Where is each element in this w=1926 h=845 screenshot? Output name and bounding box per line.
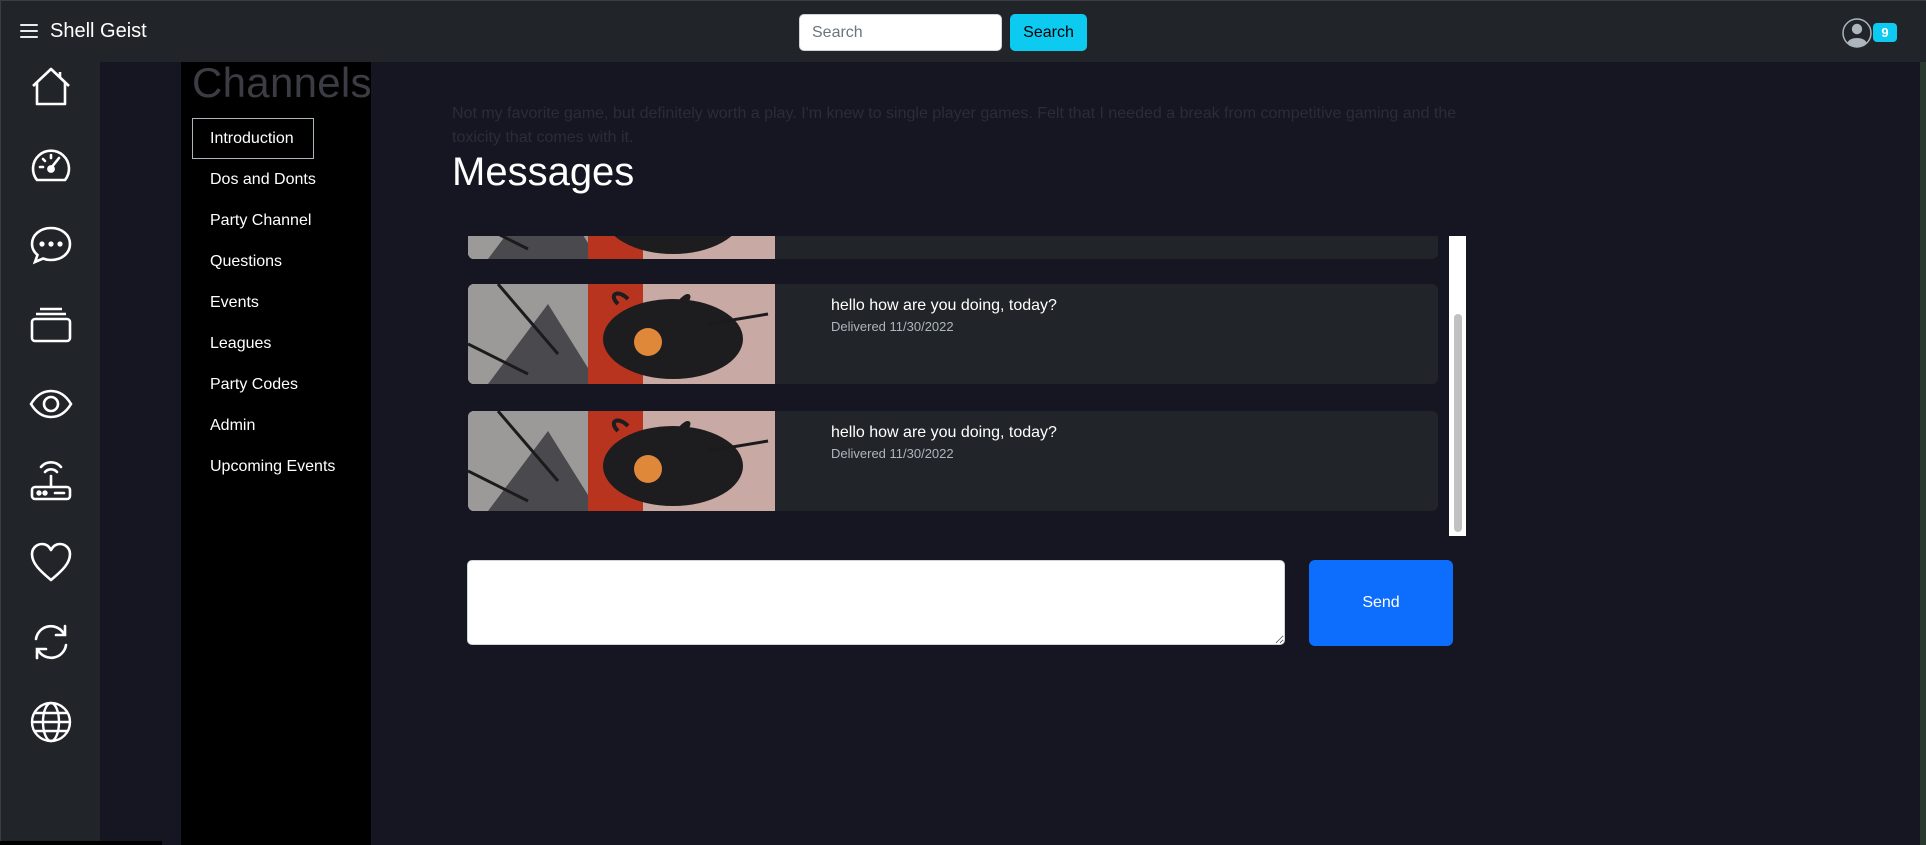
- channel-events[interactable]: Events: [192, 282, 314, 323]
- top-navbar: Shell Geist Search 9: [0, 0, 1926, 62]
- send-button[interactable]: Send: [1309, 560, 1453, 646]
- message-image: [468, 411, 775, 511]
- channel-leagues[interactable]: Leagues: [192, 323, 314, 364]
- channel-party-codes[interactable]: Party Codes: [192, 364, 314, 405]
- home-icon[interactable]: [29, 64, 73, 108]
- channel-list: Introduction Dos and Donts Party Channel…: [192, 118, 367, 487]
- message-text: hello how are you doing, today?: [831, 297, 1057, 314]
- notification-badge[interactable]: 9: [1873, 23, 1897, 42]
- search-button[interactable]: Search: [1010, 14, 1087, 51]
- message-card: [468, 236, 1438, 259]
- channel-introduction[interactable]: Introduction: [192, 118, 314, 159]
- faded-review-text: Not my favorite game, but definitely wor…: [452, 105, 1457, 146]
- message-card: hello how are you doing, today? Delivere…: [468, 284, 1438, 384]
- speedometer-icon[interactable]: [29, 144, 73, 188]
- message-status: Delivered 11/30/2022: [831, 446, 954, 461]
- channel-party-channel[interactable]: Party Channel: [192, 200, 314, 241]
- icon-sidebar: [0, 62, 100, 845]
- collection-icon[interactable]: [29, 302, 73, 346]
- message-list[interactable]: hello how are you doing, today? Delivere…: [452, 236, 1466, 536]
- messages-title: Messages: [452, 150, 635, 194]
- message-image: [468, 236, 775, 259]
- message-card: hello how are you doing, today? Delivere…: [468, 411, 1438, 511]
- bottom-bar: [0, 841, 162, 845]
- brand-name[interactable]: Shell Geist: [50, 20, 147, 43]
- channel-admin[interactable]: Admin: [192, 405, 314, 446]
- scrollbar-thumb[interactable]: [1454, 314, 1462, 532]
- channel-questions[interactable]: Questions: [192, 241, 314, 282]
- eye-icon[interactable]: [29, 382, 73, 426]
- message-image: [468, 284, 775, 384]
- channels-title: Channels: [192, 59, 372, 106]
- refresh-icon[interactable]: [29, 620, 73, 664]
- message-text: hello how are you doing, today?: [831, 424, 1057, 441]
- hamburger-menu-icon[interactable]: [20, 24, 38, 38]
- heart-icon[interactable]: [29, 540, 73, 584]
- search-input[interactable]: [799, 14, 1002, 51]
- channel-upcoming-events[interactable]: Upcoming Events: [192, 446, 335, 487]
- chat-dots-icon[interactable]: [29, 223, 73, 267]
- message-input[interactable]: [467, 560, 1285, 645]
- channel-dos-and-donts[interactable]: Dos and Donts: [192, 159, 316, 200]
- channels-sidebar: Channels Introduction Dos and Donts Part…: [181, 59, 372, 845]
- router-icon[interactable]: [29, 461, 73, 505]
- globe-icon[interactable]: [29, 700, 73, 744]
- window-edge: [1920, 62, 1926, 845]
- message-scrollbar[interactable]: [1449, 236, 1466, 536]
- message-status: Delivered 11/30/2022: [831, 319, 954, 334]
- user-avatar-icon[interactable]: [1842, 18, 1872, 48]
